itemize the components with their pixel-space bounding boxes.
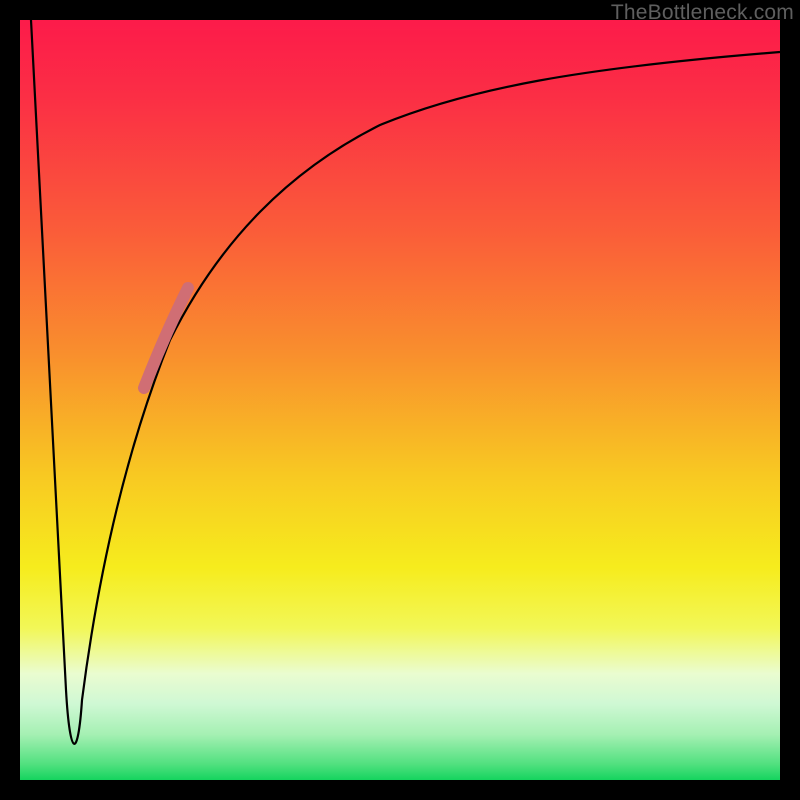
curve-svg	[20, 20, 780, 780]
chart-frame: TheBottleneck.com	[0, 0, 800, 800]
plot-area	[20, 20, 780, 780]
highlight-segment	[144, 288, 188, 388]
